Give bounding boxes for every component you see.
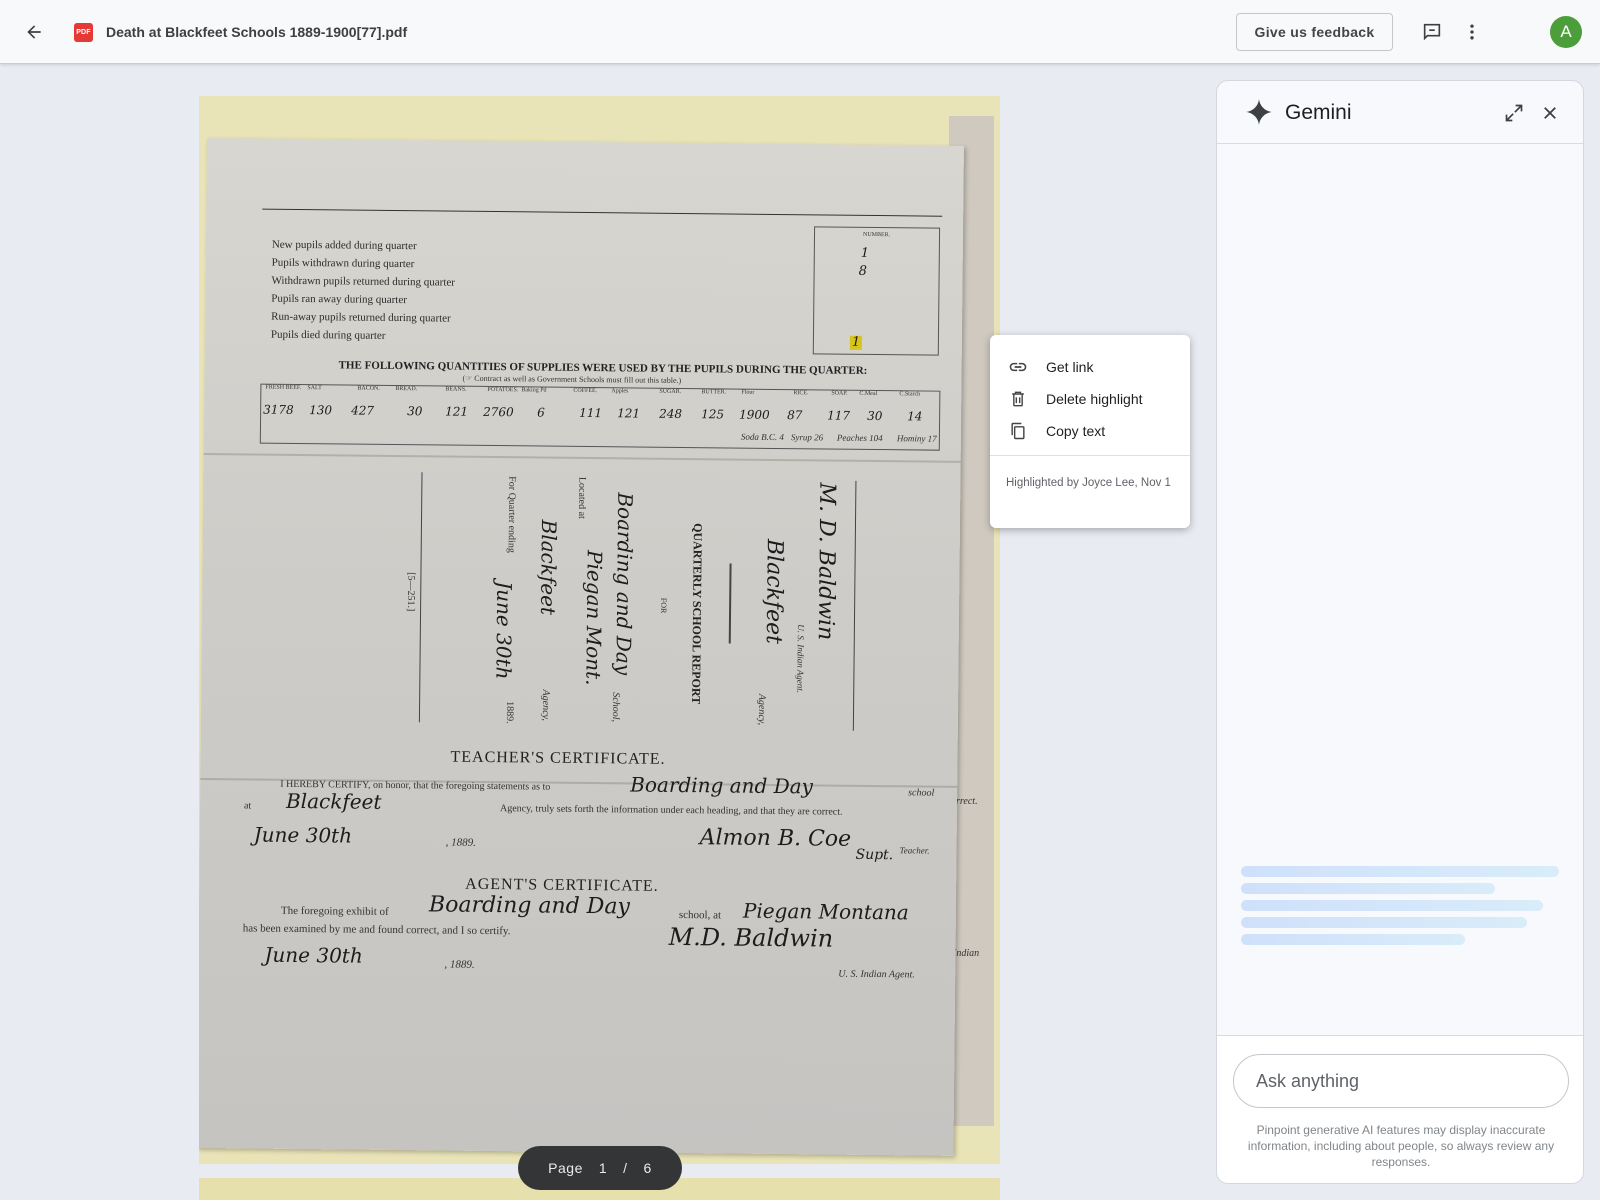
feedback-button[interactable]: Give us feedback	[1236, 13, 1393, 51]
number-column: NUMBER. 1 8 1	[812, 226, 941, 356]
document-page-1[interactable]: orrect. Indian NUMBER. 1 8 1 New pupils …	[199, 96, 1000, 1164]
gemini-input-area: Pinpoint generative AI features may disp…	[1217, 1035, 1583, 1183]
gemini-title: Gemini	[1285, 101, 1352, 124]
link-icon	[1009, 362, 1027, 372]
page-separator: /	[623, 1160, 628, 1176]
loading-placeholder-line	[1241, 866, 1559, 877]
copy-text-menu-item[interactable]: Copy text	[990, 415, 1190, 447]
highlight-attribution: Highlighted by Joyce Lee, Nov 1	[1006, 477, 1171, 489]
loading-placeholder-line	[1241, 883, 1495, 894]
gemini-header: Gemini	[1217, 81, 1583, 144]
expand-button[interactable]	[1499, 98, 1529, 128]
copy-icon	[1011, 422, 1025, 440]
school-report-paper: NUMBER. 1 8 1 New pupils added during qu…	[199, 138, 964, 1156]
highlight-context-menu: Get link Delete highlight Copy text High…	[990, 335, 1190, 528]
comment-highlight-icon	[1423, 23, 1441, 41]
trash-icon	[1012, 391, 1024, 407]
current-page: 1	[598, 1160, 608, 1176]
loading-placeholder-line	[1241, 917, 1527, 928]
close-button[interactable]	[1535, 98, 1565, 128]
gemini-panel: Gemini Pinpoint generative AI features m…	[1216, 80, 1584, 1184]
highlighted-text[interactable]: 1	[849, 335, 862, 350]
top-bar: PDF Death at Blackfeet Schools 1889-1900…	[0, 0, 1600, 64]
paper-fold	[203, 452, 961, 463]
ai-disclaimer: Pinpoint generative AI features may disp…	[1247, 1123, 1555, 1169]
get-link-menu-item[interactable]: Get link	[990, 351, 1190, 383]
back-button[interactable]	[14, 12, 54, 52]
close-icon	[1544, 107, 1556, 119]
ask-anything-input[interactable]	[1233, 1054, 1569, 1108]
pdf-file-icon: PDF	[74, 23, 93, 42]
annotation-toggle-button[interactable]	[1414, 14, 1450, 50]
loading-placeholder-line	[1241, 900, 1543, 911]
page-label: Page	[548, 1160, 583, 1176]
loading-placeholder-line	[1241, 934, 1465, 945]
page-indicator: Page 1 / 6	[518, 1146, 682, 1190]
document-title: Death at Blackfeet Schools 1889-1900[77]…	[106, 24, 408, 40]
arrow-left-icon	[27, 25, 41, 39]
more-options-button[interactable]	[1454, 14, 1490, 50]
gemini-sparkle-icon	[1246, 99, 1272, 125]
supplies-table: FRESH BEEF. 3178 SALT 130 BACON. 427 BRE…	[259, 383, 941, 451]
more-vert-icon	[1470, 24, 1474, 40]
expand-icon	[1505, 104, 1523, 122]
total-pages: 6	[643, 1160, 652, 1176]
delete-highlight-menu-item[interactable]: Delete highlight	[990, 383, 1190, 415]
menu-divider	[990, 455, 1190, 456]
avatar[interactable]: A	[1550, 16, 1582, 48]
